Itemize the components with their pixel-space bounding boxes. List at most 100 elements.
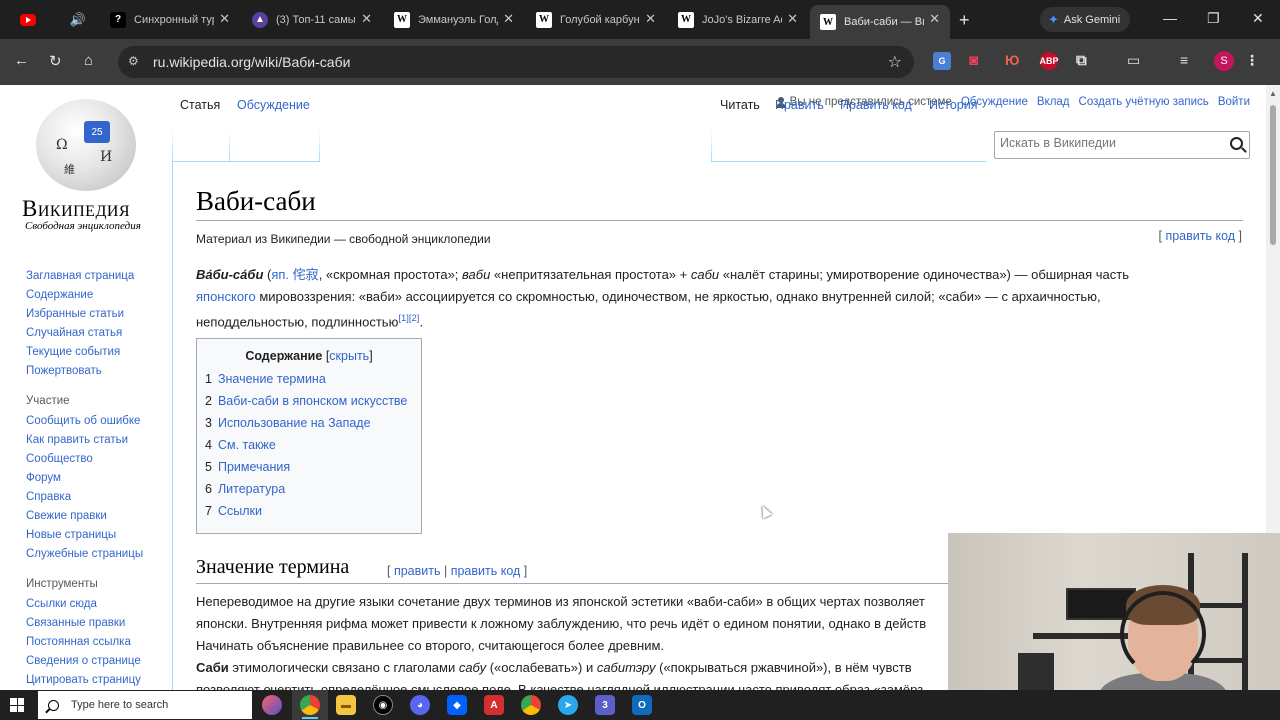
close-tab-icon[interactable]: ✕ xyxy=(361,11,372,27)
toc-item[interactable]: 6 Литература xyxy=(205,478,413,500)
create-account-link[interactable]: Создать учётную запись xyxy=(1079,96,1209,108)
address-bar[interactable]: ⚙ ru.wikipedia.org/wiki/Ваби-саби ☆ xyxy=(118,46,914,78)
tab-edit-source[interactable]: Править код xyxy=(832,85,920,118)
cast-icon[interactable]: ▭ xyxy=(1127,52,1140,69)
close-tab-icon[interactable]: ✕ xyxy=(645,11,656,27)
discord-icon[interactable]: ◕ xyxy=(410,695,430,715)
media-control-icon[interactable]: ≡ xyxy=(1180,52,1188,68)
telegram-icon[interactable]: ➤ xyxy=(558,695,578,715)
scrollbar-thumb[interactable] xyxy=(1270,105,1276,245)
wikipedia-globe-logo[interactable]: Ω И 25 維 xyxy=(36,99,136,191)
close-window-button[interactable]: ✕ xyxy=(1252,10,1264,27)
extensions-puzzle-icon[interactable]: ⧉ xyxy=(1076,52,1087,69)
site-info-icon[interactable]: ⚙ xyxy=(128,54,139,68)
sidebar-item-contents[interactable]: Содержание xyxy=(26,286,176,305)
tab-jojo[interactable]: W JoJo's Bizarre Adve ✕ xyxy=(668,5,808,34)
close-tab-icon[interactable]: ✕ xyxy=(787,11,798,27)
sidebar-item-new-pages[interactable]: Новые страницы xyxy=(26,526,176,545)
profile-avatar[interactable]: S xyxy=(1214,51,1234,71)
tab-discussion[interactable]: Обсуждение xyxy=(229,85,318,118)
copilot-icon[interactable] xyxy=(262,695,282,715)
tab-quiz[interactable]: ? Синхронный турнир ✕ xyxy=(100,5,240,34)
close-tab-icon[interactable]: ✕ xyxy=(219,11,230,27)
translate-extension-icon[interactable]: G xyxy=(933,52,951,70)
edit-code-link[interactable]: править код xyxy=(1165,229,1235,243)
sidebar-item-cite-page[interactable]: Цитировать страницу xyxy=(26,671,176,690)
bookmark-star-icon[interactable]: ☆ xyxy=(888,52,902,72)
menu-kebab-icon[interactable]: ⋮ xyxy=(1245,52,1259,69)
restore-button[interactable]: ❐ xyxy=(1207,10,1220,27)
sidebar-item-what-links-here[interactable]: Ссылки сюда xyxy=(26,595,176,614)
outlook-icon[interactable]: O xyxy=(632,695,652,715)
adblock-extension-icon[interactable]: ABP xyxy=(1040,52,1059,70)
tab-wabi-sabi[interactable]: W Ваби-саби — Вики ✕ xyxy=(810,5,950,39)
toc-item[interactable]: 3 Использование на Западе xyxy=(205,412,413,434)
file-explorer-icon[interactable]: ▬ xyxy=(336,695,356,715)
dropbox-icon[interactable]: ◆ xyxy=(447,695,467,715)
chrome-secondary-icon[interactable] xyxy=(521,695,541,715)
sidebar-item-permanent-link[interactable]: Постоянная ссылка xyxy=(26,633,176,652)
search-icon[interactable] xyxy=(1230,137,1243,150)
ref-2[interactable]: [2] xyxy=(409,313,420,324)
lang-abbr-link[interactable]: яп. xyxy=(271,267,289,282)
japanese-link[interactable]: японского xyxy=(196,289,256,304)
toc-item[interactable]: 5 Примечания xyxy=(205,456,413,478)
sidebar-item-recent-changes[interactable]: Свежие правки xyxy=(26,507,176,526)
toc-hide-link[interactable]: скрыть xyxy=(329,349,369,363)
wiki-search-input[interactable] xyxy=(1000,136,1220,150)
tab-carbuncle[interactable]: W Голубой карбункул ✕ xyxy=(526,5,666,34)
toc-item[interactable]: 4 См. также xyxy=(205,434,413,456)
windows-start-icon[interactable] xyxy=(10,698,24,712)
tab-video[interactable]: ▲ (3) Топ-11 самых ✕ xyxy=(242,5,382,34)
sidebar-item-special-pages[interactable]: Служебные страницы xyxy=(26,545,176,564)
minimize-button[interactable]: — xyxy=(1163,10,1177,26)
sidebar-item-forum[interactable]: Форум xyxy=(26,469,176,488)
home-icon[interactable]: ⌂ xyxy=(84,52,93,69)
tab-edit[interactable]: Править xyxy=(767,85,832,118)
section-edit-code-link[interactable]: править код xyxy=(451,564,521,578)
toc-item[interactable]: 1 Значение термина xyxy=(205,368,413,390)
contributions-link[interactable]: Вклад xyxy=(1037,96,1070,108)
wikipedia-icon: W xyxy=(678,11,694,28)
sidebar-item-how-to-edit[interactable]: Как править статьи xyxy=(26,431,176,450)
scroll-up-arrow-icon[interactable]: ▲ xyxy=(1269,89,1277,98)
url-text[interactable]: ru.wikipedia.org/wiki/Ваби-саби xyxy=(153,54,350,70)
tab-read[interactable]: Читать xyxy=(712,85,768,118)
sidebar-item-current-events[interactable]: Текущие события xyxy=(26,343,176,362)
tab-article[interactable]: Статья xyxy=(172,85,229,118)
chrome-icon[interactable] xyxy=(300,695,320,715)
ref-1[interactable]: [1] xyxy=(398,313,409,324)
reload-icon[interactable]: ↻ xyxy=(49,52,62,70)
back-arrow-icon[interactable]: ← xyxy=(14,52,29,69)
sidebar-item-related-changes[interactable]: Связанные правки xyxy=(26,614,176,633)
teams-icon[interactable]: 3 xyxy=(595,695,615,715)
login-link[interactable]: Войти xyxy=(1218,96,1250,108)
taskbar-search-input[interactable] xyxy=(71,699,231,711)
sidebar-item-page-info[interactable]: Сведения о странице xyxy=(26,652,176,671)
tab-goldstein[interactable]: W Эммануэль Голдст ✕ xyxy=(384,5,524,34)
wiki-search-box[interactable] xyxy=(994,131,1250,159)
yu-extension-icon[interactable]: Ю xyxy=(1005,52,1019,68)
sidebar-item-report-error[interactable]: Сообщить об ошибке xyxy=(26,412,176,431)
tab-youtube[interactable] xyxy=(10,5,50,34)
sidebar-item-random[interactable]: Случайная статья xyxy=(26,324,176,343)
sidebar-item-donate[interactable]: Пожертвовать xyxy=(26,362,176,381)
ask-gemini-button[interactable]: ✦ Ask Gemini xyxy=(1040,7,1130,32)
toc-item[interactable]: 7 Ссылки xyxy=(205,500,413,522)
sidebar-item-help[interactable]: Справка xyxy=(26,488,176,507)
obs-icon[interactable]: ◉ xyxy=(373,695,393,715)
wikipedia-wordmark[interactable]: Википедия xyxy=(22,196,130,222)
sidebar-item-community[interactable]: Сообщество xyxy=(26,450,176,469)
acrobat-icon[interactable]: A xyxy=(484,695,504,715)
close-tab-icon[interactable]: ✕ xyxy=(929,11,940,27)
toc-item[interactable]: 2 Ваби-саби в японском искусстве xyxy=(205,390,413,412)
new-tab-button[interactable]: + xyxy=(959,10,970,31)
tab-audio[interactable]: 🔊 xyxy=(60,5,100,34)
sidebar-item-featured[interactable]: Избранные статьи xyxy=(26,305,176,324)
pocket-extension-icon[interactable]: ◙ xyxy=(969,52,978,69)
sidebar-item-main-page[interactable]: Заглавная страница xyxy=(26,267,176,286)
taskbar-search[interactable] xyxy=(38,691,252,719)
close-tab-icon[interactable]: ✕ xyxy=(503,11,514,27)
section-edit-link[interactable]: править xyxy=(394,564,441,578)
tab-history[interactable]: История xyxy=(921,85,985,118)
